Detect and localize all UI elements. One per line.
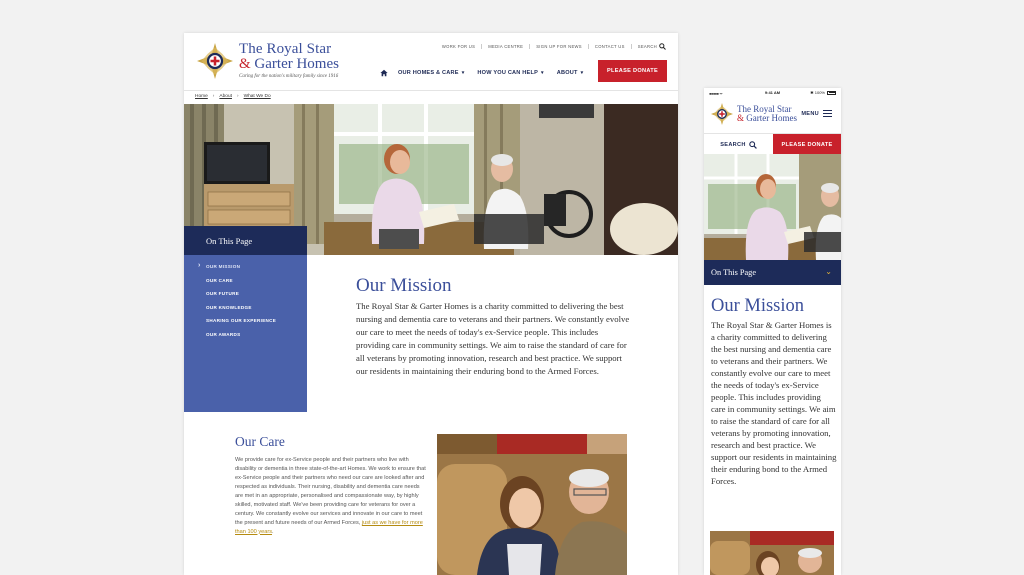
- chevron-down-icon: ⌄: [825, 267, 832, 276]
- mobile-search-button[interactable]: SEARCH: [704, 134, 773, 155]
- search-button[interactable]: SEARCH: [632, 43, 666, 50]
- on-this-page-heading: On This Page: [184, 226, 307, 255]
- logo-ampersand: &: [239, 56, 251, 72]
- mobile-care-photo: [710, 531, 834, 575]
- royal-star-logo-icon: [197, 42, 233, 79]
- mobile-logo-line-2: Garter Homes: [744, 113, 797, 123]
- search-label: SEARCH: [637, 44, 657, 49]
- phone-status-bar: ●●●●● ᯤ 9:41 AM ✱ 100%: [704, 88, 841, 98]
- on-this-page-nav: OUR MISSION OUR CARE OUR FUTURE OUR KNOW…: [184, 255, 307, 412]
- logo-line-2: Garter Homes: [250, 56, 339, 72]
- search-icon: [748, 140, 757, 149]
- care-photo: [437, 434, 627, 575]
- care-body-text: We provide care for ex-Service people an…: [235, 457, 426, 526]
- mobile-on-this-page-label: On This Page: [711, 268, 757, 277]
- mission-title: Our Mission: [356, 275, 452, 296]
- header-divider: [184, 90, 678, 91]
- battery-label: ✱ 100%: [810, 90, 825, 95]
- nav-label: ABOUT: [556, 70, 578, 76]
- sidebar-item-our-future[interactable]: OUR FUTURE: [184, 291, 307, 305]
- mobile-action-row: SEARCH PLEASE DONATE: [704, 133, 841, 155]
- care-body-end: .: [272, 528, 274, 535]
- utility-link-media-centre[interactable]: MEDIA CENTRE: [482, 44, 531, 49]
- chevron-down-icon: ▾: [541, 70, 544, 76]
- breadcrumb-separator: ›: [236, 94, 239, 99]
- nav-label: OUR HOMES & CARE: [398, 70, 459, 76]
- desktop-mockup: The Royal Star & Garter Homes Caring for…: [184, 33, 678, 575]
- logo-line-1: The Royal Star: [239, 41, 332, 57]
- breadcrumb-about[interactable]: About: [219, 94, 232, 99]
- sidebar-item-our-awards[interactable]: OUR AWARDS: [184, 332, 307, 346]
- mobile-donate-button[interactable]: PLEASE DONATE: [773, 134, 841, 155]
- donate-button[interactable]: PLEASE DONATE: [598, 60, 667, 82]
- sidebar-item-our-knowledge[interactable]: OUR KNOWLEDGE: [184, 305, 307, 319]
- sidebar-item-our-care[interactable]: OUR CARE: [184, 278, 307, 292]
- site-logo[interactable]: The Royal Star & Garter Homes Caring for…: [197, 42, 339, 79]
- royal-star-logo-icon: [711, 103, 733, 125]
- nav-how-you-can-help[interactable]: HOW YOU CAN HELP ▾: [477, 70, 543, 76]
- logo-tagline: Caring for the nation's military family …: [239, 74, 339, 79]
- menu-label: MENU: [801, 110, 819, 117]
- breadcrumb-current[interactable]: What We Do: [244, 94, 271, 99]
- nav-about[interactable]: ABOUT ▾: [557, 70, 584, 76]
- mobile-hero-photo: [704, 154, 841, 260]
- mission-body: The Royal Star & Garter Homes is a chari…: [356, 301, 630, 377]
- hamburger-icon: [823, 110, 832, 118]
- mobile-mission-title: Our Mission: [711, 296, 805, 316]
- mobile-on-this-page-toggle[interactable]: On This Page ⌄: [704, 260, 841, 285]
- mobile-menu-button[interactable]: MENU: [801, 110, 832, 118]
- utility-nav: WORK FOR US MEDIA CENTRE SIGN UP FOR NEW…: [436, 43, 666, 50]
- battery-icon: [827, 90, 836, 95]
- mobile-mission-body: The Royal Star & Garter Homes is a chari…: [711, 320, 837, 486]
- mobile-search-label: SEARCH: [720, 141, 746, 148]
- site-header: The Royal Star & Garter Homes Caring for…: [184, 33, 678, 90]
- nav-label: HOW YOU CAN HELP: [477, 70, 539, 76]
- main-nav: OUR HOMES & CARE ▾ HOW YOU CAN HELP ▾ ABOU…: [380, 69, 596, 77]
- home-icon[interactable]: [380, 69, 388, 77]
- mobile-mockup: ●●●●● ᯤ 9:41 AM ✱ 100% The Royal Star & …: [704, 88, 841, 575]
- breadcrumb: Home › About › What We Do: [195, 94, 271, 99]
- sidebar-item-sharing-experience[interactable]: SHARING OUR EXPERIENCE: [184, 318, 307, 332]
- breadcrumb-home[interactable]: Home: [195, 94, 208, 99]
- care-body: We provide care for ex-Service people an…: [235, 456, 427, 537]
- battery-indicator: ✱ 100%: [810, 90, 836, 95]
- utility-link-sign-up[interactable]: SIGN UP FOR NEWS: [530, 44, 589, 49]
- nav-our-homes-care[interactable]: OUR HOMES & CARE ▾: [398, 70, 464, 76]
- chevron-down-icon: ▾: [580, 70, 584, 76]
- chevron-down-icon: ▾: [461, 70, 465, 76]
- search-icon: [659, 43, 666, 50]
- sidebar-item-our-mission[interactable]: OUR MISSION: [184, 262, 307, 278]
- care-title: Our Care: [235, 434, 285, 449]
- mobile-logo-ampersand: &: [737, 113, 745, 123]
- mobile-logo[interactable]: The Royal Star & Garter Homes: [711, 103, 797, 125]
- utility-link-work-for-us[interactable]: WORK FOR US: [436, 44, 483, 49]
- breadcrumb-separator: ›: [212, 94, 215, 99]
- utility-link-contact-us[interactable]: CONTACT US: [589, 44, 632, 49]
